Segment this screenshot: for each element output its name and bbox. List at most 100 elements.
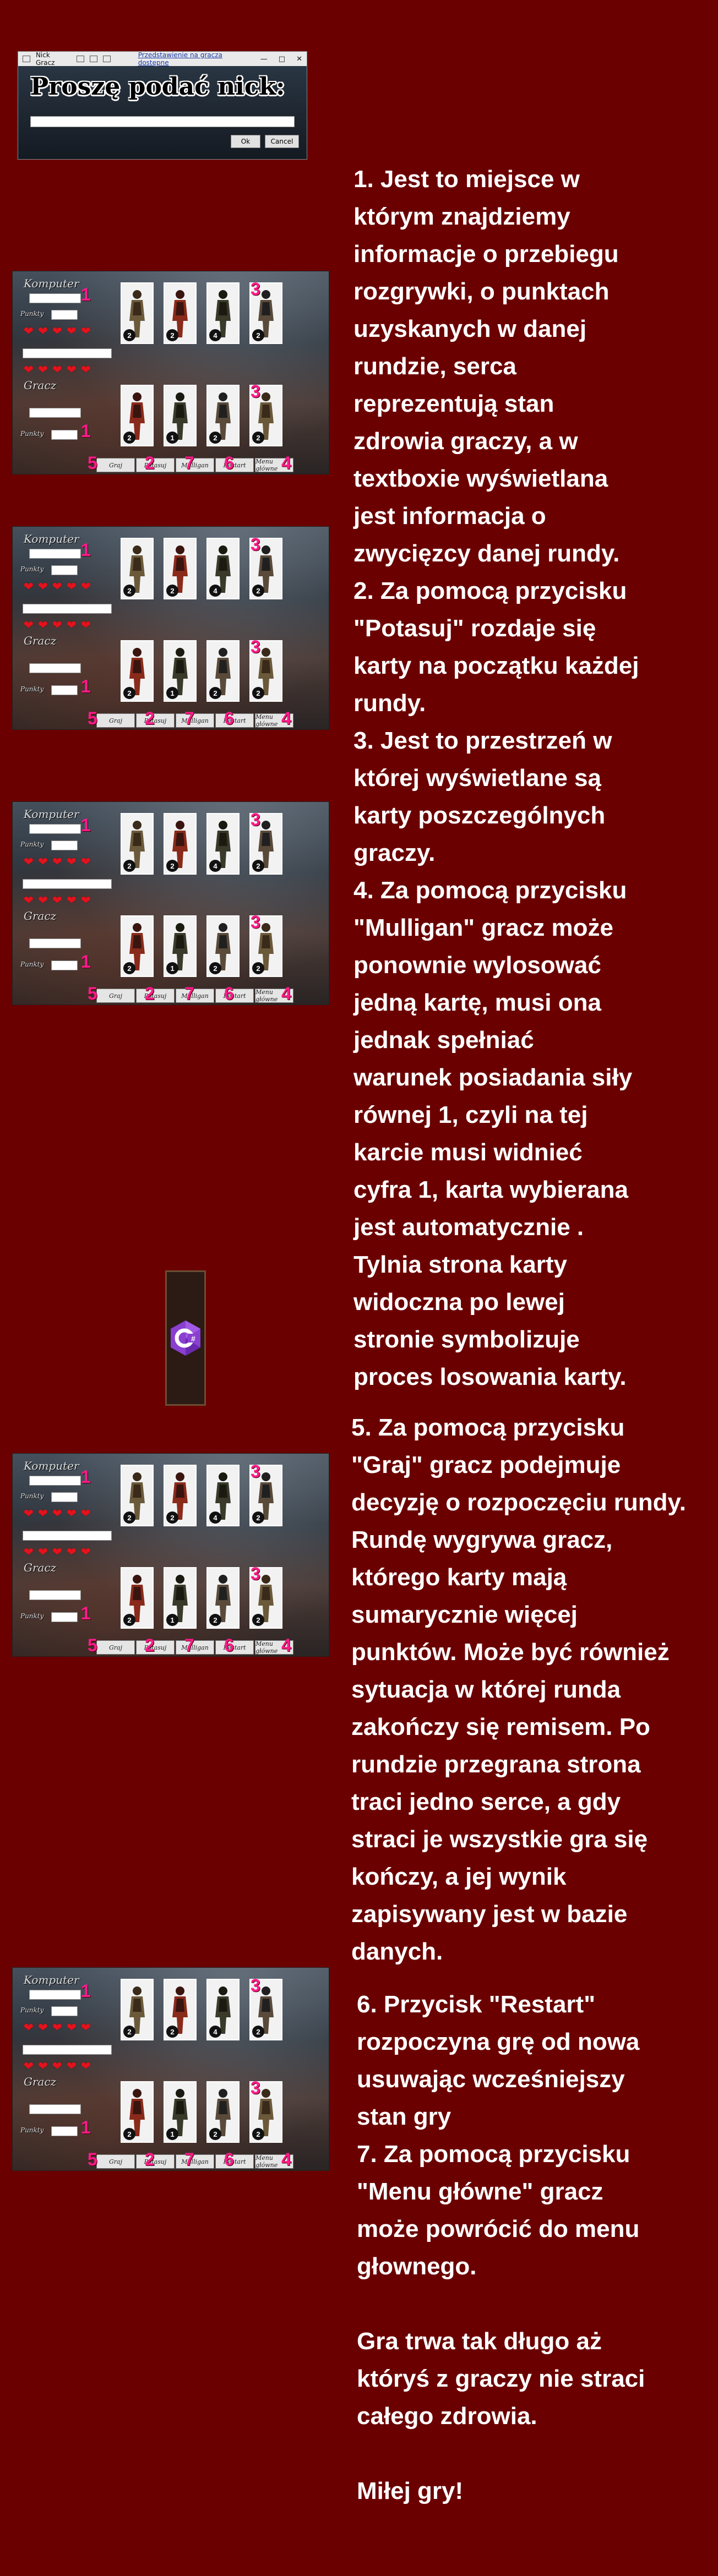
player-card[interactable]: 1 bbox=[164, 385, 197, 446]
player-name-box bbox=[29, 938, 81, 948]
player-card[interactable]: 2 bbox=[121, 385, 154, 446]
marker-number: 6 bbox=[224, 984, 234, 1003]
instructions-block-2: 5. Za pomocą przycisku "Graj" gracz podej… bbox=[351, 1409, 686, 1971]
shuffle-button[interactable]: Potasuj bbox=[136, 458, 175, 472]
mulligan-button[interactable]: Mulligan bbox=[176, 1640, 214, 1655]
marker-number: 3 bbox=[251, 2078, 260, 2098]
instruction-line: równej 1, czyli na tej bbox=[353, 1101, 588, 1128]
instruction-line: którym znajdziemy bbox=[353, 203, 570, 230]
instruction-line: ponownie wylosować bbox=[353, 952, 601, 979]
shuffle-button[interactable]: Potasuj bbox=[136, 989, 175, 1003]
heart-icon: ❤ bbox=[52, 580, 63, 594]
maximize-icon[interactable]: □ bbox=[279, 55, 285, 63]
player-card[interactable]: 2 bbox=[206, 640, 240, 702]
heart-icon: ❤ bbox=[66, 2021, 77, 2035]
player-name-box bbox=[29, 2104, 81, 2114]
heart-icon: ❤ bbox=[80, 1546, 91, 1559]
mulligan-button[interactable]: Mulligan bbox=[176, 713, 214, 728]
heart-icon: ❤ bbox=[52, 1507, 63, 1521]
minimize-icon[interactable]: — bbox=[260, 55, 268, 63]
mulligan-button[interactable]: Mulligan bbox=[176, 458, 214, 472]
player-card[interactable]: 2 bbox=[121, 2081, 154, 2143]
heart-icon: ❤ bbox=[52, 2060, 63, 2073]
card-value: 2 bbox=[209, 687, 221, 699]
player-hearts: ❤ ❤ ❤ ❤ ❤ bbox=[23, 895, 92, 907]
play-button[interactable]: Graj bbox=[96, 458, 135, 472]
player-card[interactable]: 1 bbox=[164, 1567, 197, 1629]
nick-input[interactable] bbox=[30, 116, 295, 127]
player-card[interactable]: 2 bbox=[121, 640, 154, 702]
computer-name-box bbox=[29, 1990, 81, 2000]
player-card[interactable]: 1 bbox=[164, 2081, 197, 2143]
play-button[interactable]: Graj bbox=[96, 2154, 135, 2169]
play-button[interactable]: Graj bbox=[96, 989, 135, 1003]
instruction-line: "Potasuj" rozdaje się bbox=[353, 615, 596, 642]
mulligan-button[interactable]: Mulligan bbox=[176, 2154, 214, 2169]
player-card[interactable]: 1 bbox=[164, 640, 197, 702]
instruction-line: 7. Za pomocą przycisku bbox=[357, 2141, 630, 2168]
instructions-block-3: 6. Przycisk "Restart" rozpoczyna grę od n… bbox=[357, 1986, 645, 2510]
computer-points-label: Punkty bbox=[20, 310, 44, 318]
close-icon[interactable]: ✕ bbox=[296, 55, 302, 63]
player-points-box bbox=[51, 2126, 78, 2136]
toolbar-icon[interactable] bbox=[76, 56, 84, 62]
player-card[interactable]: 2 bbox=[206, 1567, 240, 1629]
player-card[interactable]: 1 bbox=[164, 915, 197, 977]
card-value: 2 bbox=[123, 2026, 135, 2038]
restart-button[interactable]: Restart bbox=[215, 2154, 254, 2169]
restart-button[interactable]: Restart bbox=[215, 1640, 254, 1655]
dialog-title: Nick Gracz bbox=[35, 51, 55, 67]
instruction-line: któryś z graczy nie straci bbox=[357, 2365, 645, 2392]
shuffle-button[interactable]: Potasuj bbox=[136, 713, 175, 728]
ok-button[interactable]: Ok bbox=[231, 135, 260, 148]
mulligan-button[interactable]: Mulligan bbox=[176, 989, 214, 1003]
player-card[interactable]: 2 bbox=[206, 2081, 240, 2143]
heart-icon: ❤ bbox=[80, 2021, 91, 2035]
card-value: 2 bbox=[166, 2026, 178, 2038]
play-button[interactable]: Graj bbox=[96, 1640, 135, 1655]
instruction-line: może powrócić do menu bbox=[357, 2215, 640, 2242]
card-value: 2 bbox=[123, 2128, 135, 2140]
instruction-line: Gra trwa tak długo aż bbox=[357, 2328, 602, 2355]
player-card[interactable]: 2 bbox=[206, 385, 240, 446]
instruction-line: Miłej gry! bbox=[357, 2477, 464, 2504]
heart-icon: ❤ bbox=[23, 855, 34, 869]
marker-number: 1 bbox=[81, 952, 91, 972]
instruction-line: traci jedno serce, a gdy bbox=[351, 1788, 621, 1815]
toolbar-icon[interactable] bbox=[89, 56, 97, 62]
computer-label: Komputer bbox=[24, 532, 79, 545]
instruction-line: widoczna po lewej bbox=[353, 1289, 565, 1316]
restart-button[interactable]: Restart bbox=[215, 458, 254, 472]
player-card[interactable]: 2 bbox=[206, 915, 240, 977]
card-value: 2 bbox=[123, 1614, 135, 1626]
shuffle-button[interactable]: Potasuj bbox=[136, 2154, 175, 2169]
computer-hearts: ❤ ❤ ❤ ❤ ❤ bbox=[23, 580, 92, 594]
heart-icon: ❤ bbox=[80, 1507, 91, 1521]
instruction-line: reprezentują stan bbox=[353, 390, 554, 417]
computer-hearts: ❤ ❤ ❤ ❤ ❤ bbox=[23, 2021, 92, 2035]
marker-number: 1 bbox=[81, 285, 91, 304]
card-value: 2 bbox=[252, 1614, 264, 1626]
player-card[interactable]: 2 bbox=[121, 915, 154, 977]
instruction-line: danych. bbox=[351, 1938, 443, 1965]
winner-textbox bbox=[23, 879, 112, 889]
toolbar-icon[interactable] bbox=[102, 56, 111, 62]
card-value: 2 bbox=[123, 687, 135, 699]
computer-card: 4 bbox=[206, 1465, 240, 1526]
dialog-link[interactable]: Przedstawienie na gracza dostępne bbox=[138, 52, 255, 67]
instruction-line: stan gry bbox=[357, 2103, 452, 2130]
marker-number: 7 bbox=[184, 1635, 194, 1655]
computer-points-box bbox=[51, 2006, 78, 2016]
shuffle-button[interactable]: Potasuj bbox=[136, 1640, 175, 1655]
card-value: 2 bbox=[209, 1614, 221, 1626]
restart-button[interactable]: Restart bbox=[215, 713, 254, 728]
restart-button[interactable]: Restart bbox=[215, 989, 254, 1003]
play-button[interactable]: Graj bbox=[96, 713, 135, 728]
heart-icon: ❤ bbox=[66, 580, 77, 594]
player-card[interactable]: 2 bbox=[121, 1567, 154, 1629]
marker-number: 1 bbox=[81, 2117, 91, 2137]
cancel-button[interactable]: Cancel bbox=[265, 135, 299, 148]
card-value: 2 bbox=[166, 1511, 178, 1524]
marker-number: 5 bbox=[88, 984, 97, 1003]
computer-card: 2 bbox=[164, 813, 197, 875]
